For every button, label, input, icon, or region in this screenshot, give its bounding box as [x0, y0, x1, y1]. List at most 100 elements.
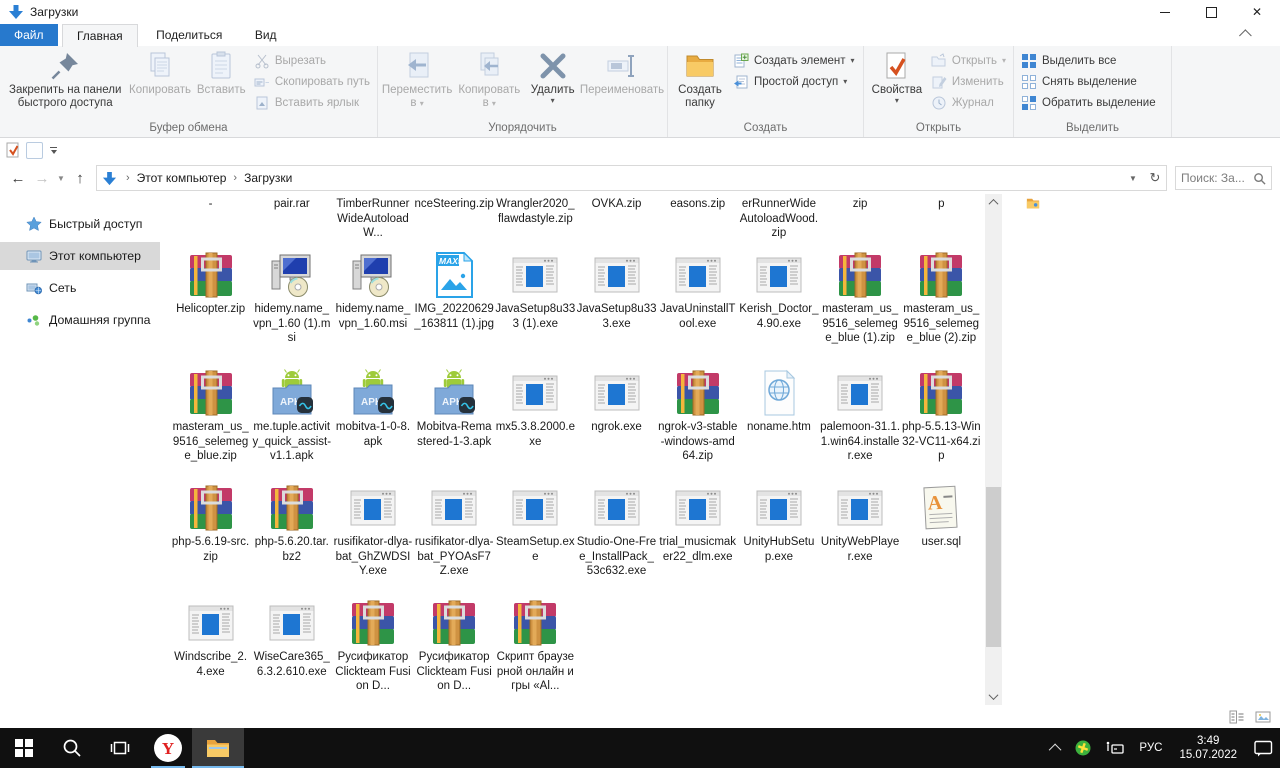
paste-button[interactable]: Вставить [193, 48, 250, 112]
file-item[interactable]: php-5.6.20.tar.bz2 [251, 482, 332, 597]
pin-to-quick-access-button[interactable]: Закрепить на панели быстрого доступа [3, 48, 127, 112]
address-dropdown-icon[interactable]: ▼ [1122, 166, 1144, 190]
collapse-ribbon-icon[interactable] [1239, 29, 1252, 42]
file-item-partial[interactable]: erRunnerWideAutoloadWood.zip [738, 194, 819, 249]
refresh-icon[interactable]: ↻ [1144, 166, 1166, 190]
file-item[interactable]: Русификатор Clickteam Fusion D... [414, 597, 495, 705]
hidden-icons-chevron-icon[interactable] [1045, 728, 1068, 768]
antivirus-tray-icon[interactable] [1068, 728, 1098, 768]
new-item-button[interactable]: Создать элемент ▾ [729, 50, 859, 71]
sidebar-item-homegroup[interactable]: Домашняя группа [0, 306, 160, 334]
start-button[interactable] [0, 728, 48, 768]
close-button[interactable]: ✕ [1234, 0, 1280, 24]
file-item-partial[interactable]: p [901, 194, 982, 249]
tab-view[interactable]: Вид [241, 24, 291, 46]
file-explorer-button[interactable] [192, 728, 244, 768]
tab-share[interactable]: Поделиться [142, 24, 236, 46]
file-item[interactable]: UnityWebPlayer.exe [820, 482, 901, 597]
rename-button[interactable]: Переименовать [580, 48, 664, 112]
action-center-icon[interactable] [1247, 728, 1280, 768]
file-item[interactable]: php-5.6.19-src.zip [170, 482, 251, 597]
maximize-button[interactable] [1188, 0, 1234, 24]
file-item[interactable]: JavaUninstallTool.exe [657, 249, 738, 367]
file-item[interactable]: rusifikator-dlya-bat_PYOAsF7Z.exe [414, 482, 495, 597]
file-item-partial[interactable]: OVKA.zip [576, 194, 657, 249]
taskbar-clock[interactable]: 3:49 15.07.2022 [1169, 734, 1247, 762]
file-item[interactable]: mx5.3.8.2000.exe [495, 367, 576, 482]
file-item[interactable]: noname.htm [738, 367, 819, 482]
file-item[interactable]: APKMobitva-Remastered-1-3.apk [414, 367, 495, 482]
input-indicator-icon[interactable] [1098, 728, 1132, 768]
sidebar-item-quick-access[interactable]: Быстрый доступ [0, 210, 160, 238]
properties-button[interactable]: Свойства ▾ [867, 48, 927, 112]
file-item[interactable]: Helicopter.zip [170, 249, 251, 367]
paste-shortcut-button[interactable]: Вставить ярлык [250, 92, 374, 113]
file-item[interactable]: JavaSetup8u333 (1).exe [495, 249, 576, 367]
move-to-button[interactable]: Переместить в ▾ [381, 48, 453, 112]
history-button[interactable]: Журнал [927, 92, 1010, 113]
customize-qat-icon[interactable] [50, 147, 57, 154]
new-folder-button[interactable]: Создать папку [671, 48, 729, 112]
file-item[interactable]: Kerish_Doctor_4.90.exe [738, 249, 819, 367]
task-view-button[interactable] [96, 728, 144, 768]
file-item[interactable]: JavaSetup8u333.exe [576, 249, 657, 367]
file-item[interactable]: hidemy.name_vpn_1.60.msi [332, 249, 413, 367]
file-item[interactable]: MAX5IMG_20220629_163811 (1).jpg [414, 249, 495, 367]
cut-button[interactable]: Вырезать [250, 50, 374, 71]
file-item[interactable]: Studio-One-Free_InstallPack_53c632.exe [576, 482, 657, 597]
copy-button[interactable]: Копировать [127, 48, 192, 112]
copy-to-button[interactable]: Копировать в ▾ [453, 48, 525, 112]
file-item-partial[interactable]: zip [820, 194, 901, 249]
forward-button[interactable]: → [30, 166, 54, 190]
open-button[interactable]: Открыть ▾ [927, 50, 1010, 71]
file-item[interactable]: Auser.sql [901, 482, 982, 597]
taskbar-search-button[interactable] [48, 728, 96, 768]
file-item[interactable]: APKme.tuple.activity_quick_assist-v1.1.a… [251, 367, 332, 482]
language-indicator[interactable]: РУС [1132, 728, 1169, 768]
qat-empty-button[interactable] [26, 142, 43, 159]
file-item[interactable]: palemoon-31.1.1.win64.installer.exe [820, 367, 901, 482]
up-button[interactable]: ↑ [68, 166, 92, 190]
file-item[interactable]: rusifikator-dlya-bat_GhZWDSIY.exe [332, 482, 413, 597]
file-item[interactable]: UnityHubSetup.exe [738, 482, 819, 597]
file-item-partial[interactable]: - [170, 194, 251, 249]
file-item[interactable]: Windscribe_2.4.exe [170, 597, 251, 705]
file-item[interactable]: masteram_us_9516_selemege_blue.zip [170, 367, 251, 482]
file-item-partial[interactable]: easons.zip [657, 194, 738, 249]
recent-locations-icon[interactable]: ▼ [54, 166, 68, 190]
copy-path-button[interactable]: Скопировать путь [250, 71, 374, 92]
file-item[interactable]: SteamSetup.exe [495, 482, 576, 597]
file-item[interactable]: WiseCare365_6.3.2.610.exe [251, 597, 332, 705]
tab-file[interactable]: Файл [0, 24, 58, 46]
properties-mini-icon[interactable] [5, 142, 21, 158]
select-all-button[interactable]: Выделить все [1017, 50, 1160, 71]
file-item-partial[interactable]: Wrangler2020_flawdastyle.zip [495, 194, 576, 249]
breadcrumb-downloads[interactable]: Загрузки [244, 171, 292, 185]
back-button[interactable]: ← [6, 166, 30, 190]
breadcrumb-this-pc[interactable]: Этот компьютер [137, 171, 227, 185]
sidebar-item-network[interactable]: Сеть [0, 274, 160, 302]
file-item[interactable]: php-5.5.13-Win32-VC11-x64.zip [901, 367, 982, 482]
file-item[interactable]: Скрипт браузерной онлайн игры «Al... [495, 597, 576, 705]
search-input[interactable]: Поиск: За... [1175, 166, 1272, 190]
file-item[interactable]: APKmobitva-1-0-8.apk [332, 367, 413, 482]
tab-home[interactable]: Главная [62, 24, 138, 47]
sidebar-item-this-pc[interactable]: Этот компьютер [0, 242, 160, 270]
invert-selection-button[interactable]: Обратить выделение [1017, 92, 1160, 113]
easy-access-button[interactable]: Простой доступ ▾ [729, 71, 859, 92]
yandex-browser-button[interactable]: Y [144, 728, 192, 768]
thumbnail-view-button[interactable] [1252, 708, 1274, 726]
file-item[interactable]: ngrok.exe [576, 367, 657, 482]
file-item[interactable]: masteram_us_9516_selemege_blue (1).zip [820, 249, 901, 367]
vertical-scrollbar[interactable] [985, 194, 1002, 705]
minimize-button[interactable] [1142, 0, 1188, 24]
select-none-button[interactable]: Снять выделение [1017, 71, 1160, 92]
file-item[interactable]: trial_musicmaker22_dlm.exe [657, 482, 738, 597]
file-item-partial[interactable]: pair.rar [251, 194, 332, 249]
edit-button[interactable]: Изменить [927, 71, 1010, 92]
scrollbar-thumb[interactable] [986, 487, 1001, 647]
file-item-partial[interactable]: TimberRunnerWideAutoloadW... [332, 194, 413, 249]
file-item[interactable]: masteram_us_9516_selemege_blue (2).zip [901, 249, 982, 367]
file-item-partial[interactable]: nceSteering.zip [414, 194, 495, 249]
scroll-up-icon[interactable] [985, 194, 1002, 211]
